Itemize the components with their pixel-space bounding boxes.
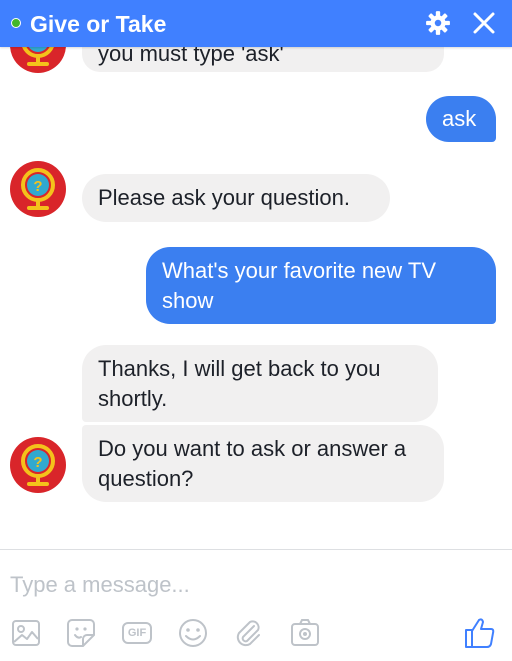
outgoing-message: ask — [426, 96, 496, 142]
incoming-message: you must type 'ask' — [82, 47, 444, 72]
gif-label: GIF — [122, 622, 152, 644]
svg-text:?: ? — [33, 454, 42, 471]
camera-icon[interactable] — [288, 616, 322, 650]
close-icon[interactable] — [470, 9, 498, 37]
chat-header: Give or Take — [0, 0, 512, 47]
image-icon[interactable] — [9, 616, 43, 650]
message-input[interactable] — [10, 572, 450, 598]
incoming-message: Thanks, I will get back to you shortly. — [82, 345, 438, 422]
bot-avatar-icon[interactable]: ? — [10, 47, 66, 73]
message-composer: GIF — [0, 549, 512, 661]
attachment-icon[interactable] — [232, 616, 266, 650]
incoming-message: Please ask your question. — [82, 174, 390, 222]
incoming-message: Do you want to ask or answer a question? — [82, 425, 444, 502]
emoji-icon[interactable] — [176, 616, 210, 650]
gear-icon[interactable] — [424, 9, 452, 37]
message-thread[interactable]: ? you must type 'ask' ask ? Please ask y… — [0, 47, 512, 549]
like-icon[interactable] — [463, 616, 497, 650]
sticker-icon[interactable] — [64, 616, 98, 650]
chat-title: Give or Take — [30, 11, 167, 37]
bot-avatar-icon[interactable]: ? — [10, 437, 66, 493]
online-status-icon — [11, 18, 21, 28]
gif-icon[interactable]: GIF — [120, 616, 154, 650]
outgoing-message: What's your favorite new TV show — [146, 247, 496, 324]
svg-text:?: ? — [33, 47, 42, 51]
svg-text:?: ? — [33, 178, 42, 195]
bot-avatar-icon[interactable]: ? — [10, 161, 66, 217]
